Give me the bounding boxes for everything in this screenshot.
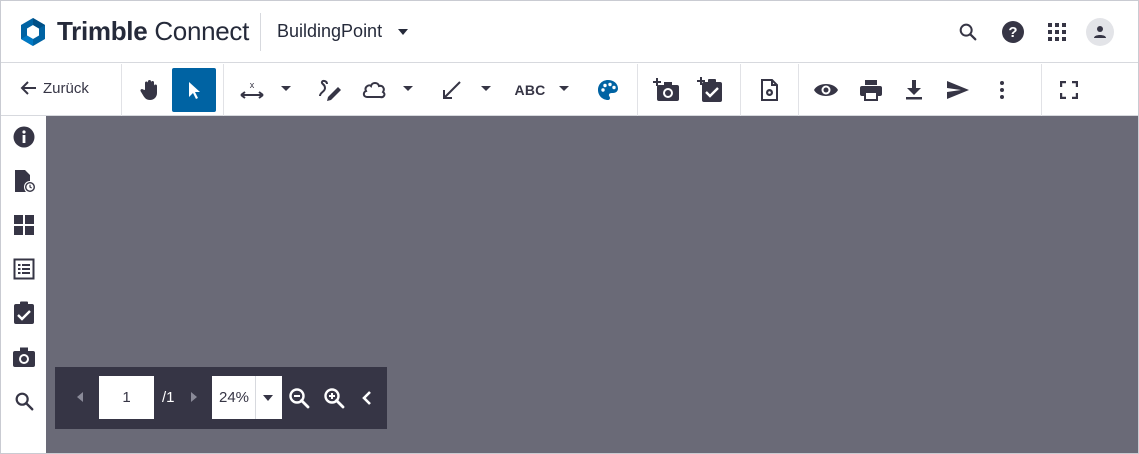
cursor-arrow-icon [189,82,200,99]
project-selector[interactable]: BuildingPoint [277,21,409,42]
measure-tool-button[interactable]: x [230,68,274,112]
toolbar-divider [798,64,799,116]
zoom-in-button[interactable] [320,384,348,412]
back-label: Zurück [43,79,89,97]
add-snapshot-button[interactable] [645,68,689,112]
text-markup-button[interactable]: ABC [508,68,552,112]
arrow-diagonal-icon [443,81,461,99]
download-button[interactable] [892,68,936,112]
toolbar-divider [1041,64,1042,116]
color-picker-button[interactable] [586,68,630,112]
add-todo-button[interactable] [689,68,733,112]
sidebar-item-todo[interactable] [8,297,40,329]
page-total-label: /1 [162,389,175,406]
sidebar-item-views[interactable] [8,209,40,241]
app-name-bold: Trimble [57,16,148,46]
zoom-value: 24% [219,389,250,406]
arrow-dropdown-caret[interactable] [481,86,491,91]
camera-icon [13,347,35,367]
vertical-dots-icon [1000,81,1004,99]
arrow-markup-button[interactable] [430,68,474,112]
cloud-dropdown-caret[interactable] [403,86,413,91]
measure-dropdown-caret[interactable] [281,86,291,91]
sidebar-item-document-history[interactable] [8,165,40,197]
project-name: BuildingPoint [277,21,383,41]
document-gear-icon [761,79,778,101]
fullscreen-icon [1060,81,1078,99]
freehand-markup-button[interactable] [308,68,352,112]
sidebar-item-search[interactable] [8,385,40,417]
svg-text:?: ? [1008,24,1017,41]
eye-icon [814,84,838,96]
sidebar-item-properties[interactable] [8,253,40,285]
chevron-down-icon [398,28,409,35]
zoom-divider [255,376,256,419]
collapse-pagebar-button[interactable] [353,384,381,412]
chevron-left-icon [362,391,371,405]
header-divider [260,13,261,51]
toolbar-divider [637,64,638,116]
next-page-button[interactable] [191,392,197,402]
apps-grid-icon[interactable] [1043,18,1071,46]
hand-icon [140,80,157,100]
top-header: Trimble Connect BuildingPoint ? [1,1,1138,63]
zoom-in-icon [324,388,345,409]
clipboard-check-icon [14,301,34,324]
page-navigation-bar: /1 24% [55,367,387,429]
toolbar-divider [223,64,224,116]
measure-icon: x [240,80,264,99]
zoom-out-icon [289,388,310,409]
download-icon [906,80,922,100]
app-name-light: Connect [154,16,250,46]
document-clock-icon [15,170,35,192]
document-settings-button[interactable] [747,68,791,112]
info-icon [13,126,35,148]
search-icon [15,392,34,411]
visibility-button[interactable] [804,68,848,112]
chevron-down-icon [263,395,273,401]
dashboard-grid-icon [14,215,34,235]
previous-page-button[interactable] [77,392,83,402]
cloud-markup-button[interactable] [352,68,396,112]
back-button[interactable]: Zurück [19,78,89,98]
zoom-select[interactable]: 24% [212,376,282,419]
help-icon[interactable]: ? [999,18,1027,46]
share-button[interactable] [936,68,980,112]
print-button[interactable] [849,68,893,112]
svg-text:x: x [250,80,255,90]
cloud-icon [362,82,386,99]
text-tool-label: ABC [514,82,546,98]
camera-plus-icon [653,78,679,101]
list-icon [13,258,35,280]
app-title: Trimble Connect [57,16,249,47]
page-number-input[interactable] [99,376,154,419]
clipboard-plus-icon [697,77,722,102]
more-options-button[interactable] [980,68,1024,112]
pencil-squiggle-icon [319,79,341,101]
pan-tool-button[interactable] [128,68,172,112]
send-icon [947,81,969,99]
trimble-logo-icon [21,18,45,46]
toolbar-divider [121,64,122,116]
viewer-toolbar: Zurück x ABC [1,64,1138,116]
arrow-left-icon [20,81,36,95]
text-dropdown-caret[interactable] [559,86,569,91]
sidebar-item-info[interactable] [8,121,40,153]
palette-icon [598,80,618,100]
printer-icon [860,80,882,101]
app-window: Trimble Connect BuildingPoint ? Zurück x… [0,0,1139,454]
zoom-out-button[interactable] [285,384,313,412]
side-panel-rail [1,116,46,453]
search-icon[interactable] [954,18,982,46]
select-tool-button[interactable] [172,68,216,112]
sidebar-item-snapshot[interactable] [8,341,40,373]
fullscreen-button[interactable] [1047,68,1091,112]
toolbar-divider [740,64,741,116]
user-avatar-icon[interactable] [1086,18,1114,46]
